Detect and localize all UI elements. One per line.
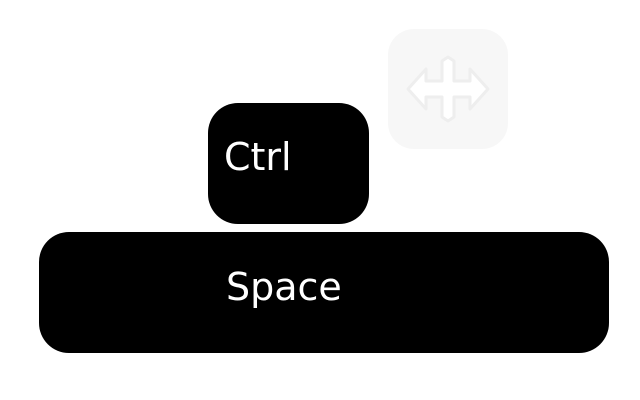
space-key-label: Space xyxy=(226,265,342,309)
space-key: Space xyxy=(39,232,609,353)
ctrl-key-label: Ctrl xyxy=(224,135,292,179)
left-right-arrow-key xyxy=(388,29,508,149)
left-right-arrow-icon xyxy=(388,29,508,149)
ctrl-key: Ctrl xyxy=(208,103,369,224)
keyboard-shortcut-overlay: Ctrl Space xyxy=(0,0,640,400)
